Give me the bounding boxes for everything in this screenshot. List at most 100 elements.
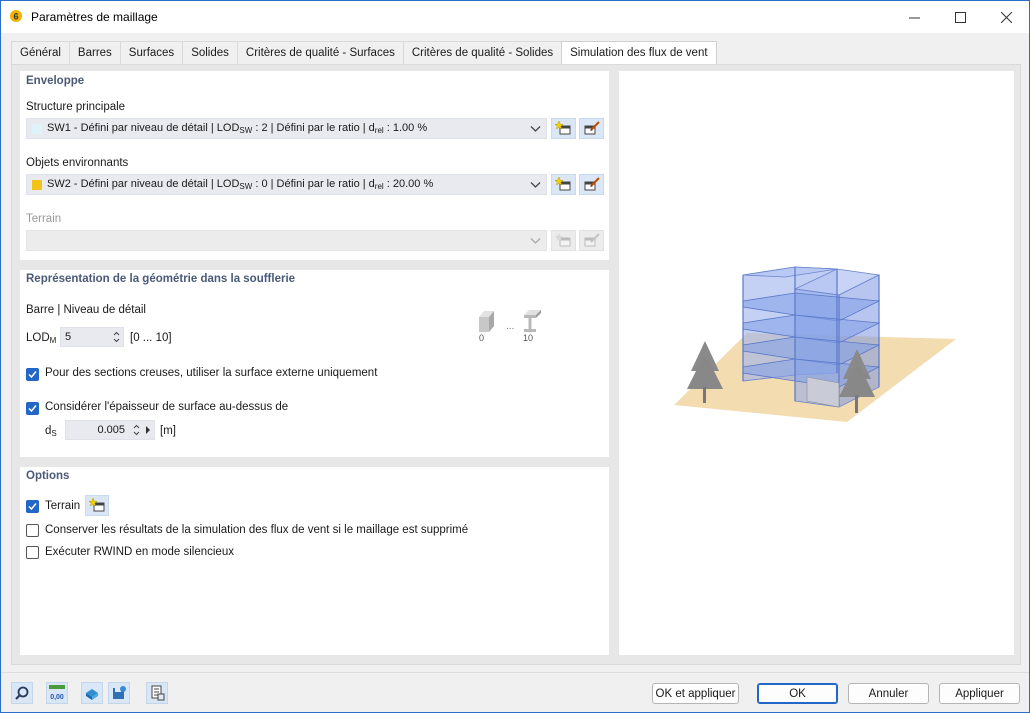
caret-right-icon[interactable] [145,426,151,434]
ok-and-apply-button[interactable]: OK et appliquer [652,683,739,704]
tab-bar: Général Barres Surfaces Solides Critères… [11,41,717,65]
save-settings-icon [113,686,126,699]
main-structure-label: Structure principale [26,101,126,113]
minimize-icon [908,17,920,18]
building-preview-image [674,266,956,422]
tab-surfaces[interactable]: Surfaces [119,41,184,64]
new-item-icon [88,498,104,512]
dialog-footer: 0,00 OK et appliquer OK Annuler Applique… [1,672,1029,712]
surrounding-objects-label: Objets environnants [26,157,129,169]
silent-mode-label: Exécuter RWIND en mode silencieux [45,546,234,558]
edit-sw-button[interactable] [579,174,604,195]
ds-unit: [m] [160,425,176,437]
lod-value: 5 [65,331,72,343]
new-terrain-button[interactable] [551,230,576,251]
lod-illustration: 0 ... 10 [475,307,555,349]
new-terrain-option-button[interactable] [85,495,109,516]
surface-thickness-label: Considérer l'épaisseur de surface au-des… [45,401,289,413]
surrounding-objects-select[interactable]: SW2 - Défini par niveau de détail | LODS… [26,174,547,195]
document-list-icon [151,685,165,701]
envelope-section-title: Enveloppe [26,75,85,87]
close-icon [1000,11,1012,23]
tab-general[interactable]: Général [11,41,70,64]
maximize-icon [954,11,966,23]
edit-item-icon [584,233,600,247]
new-item-icon [555,121,571,135]
units-button[interactable]: 0,00 [46,682,68,704]
title-bar[interactable]: 6 Paramètres de maillage [1,1,1029,33]
lod-label: LODM [26,332,57,345]
decimal-places-icon: 0,00 [49,685,65,701]
surrounding-objects-value: SW2 - Défini par niveau de détail | LODS… [47,178,434,191]
tab-quality-solids[interactable]: Critères de qualité - Solides [402,41,563,64]
new-item-icon [555,233,571,247]
edit-item-icon [584,177,600,191]
color-swatch [32,179,42,190]
terrain-label: Terrain [26,213,62,225]
view-tool-button[interactable] [81,682,103,704]
terrain-checkbox[interactable] [26,500,39,513]
hollow-sections-checkbox[interactable] [26,368,39,381]
tab-wind-simulation[interactable]: Simulation des flux de vent [561,41,717,65]
ds-spinner[interactable]: 0.005 [65,420,155,440]
chevron-down-icon [530,238,541,244]
lod-max-label: 10 [523,333,534,343]
ok-button[interactable]: OK [757,683,838,704]
maximize-button[interactable] [937,1,983,33]
ds-value: 0.005 [97,424,125,436]
main-structure-select[interactable]: SW1 - Défini par niveau de détail | LODS… [26,118,547,139]
options-panel: Options Terrain Conserver les résultats … [20,467,609,655]
ds-label: dS [45,425,57,438]
cancel-button[interactable]: Annuler [848,683,929,704]
edit-terrain-button[interactable] [579,230,604,251]
checkmark-icon [28,371,37,379]
svg-text:6: 6 [13,12,18,22]
tab-content: Enveloppe Structure principale SW1 - Déf… [11,64,1021,665]
search-tool-button[interactable] [11,682,33,704]
keep-results-label: Conserver les résultats de la simulation… [45,524,469,536]
bar-detail-label: Barre | Niveau de détail [26,304,146,316]
minimize-button[interactable] [891,1,937,33]
apply-button[interactable]: Appliquer [939,683,1020,704]
tab-quality-surfaces[interactable]: Critères de qualité - Surfaces [236,41,404,64]
color-swatch [32,123,42,134]
new-sw-button[interactable] [551,118,576,139]
edit-item-icon [584,121,600,135]
tab-bars[interactable]: Barres [68,41,121,64]
dialog-window: 6 Paramètres de maillage Général Barres … [0,0,1030,713]
lod-range: [0 ... 10] [130,332,172,344]
terrain-select[interactable] [26,230,547,251]
spinner-arrows-icon[interactable] [112,329,121,345]
lod-spinner[interactable]: 5 [60,327,124,347]
spinner-arrows-icon[interactable] [132,422,141,438]
copy-tool-button[interactable] [146,682,168,704]
preview-panel [619,71,1014,655]
solid-box-icon [479,311,494,332]
tab-solids[interactable]: Solides [182,41,238,64]
new-item-icon [555,177,571,191]
app-logo-icon: 6 [10,10,22,22]
model-view-icon [86,689,98,700]
i-beam-icon [524,310,541,332]
search-icon [15,686,29,700]
main-structure-value: SW1 - Défini par niveau de détail | LODS… [47,122,428,135]
close-button[interactable] [983,1,1029,33]
envelope-panel: Enveloppe Structure principale SW1 - Déf… [20,71,609,260]
hollow-sections-label: Pour des sections creuses, utiliser la s… [45,367,378,379]
save-tool-button[interactable] [108,682,130,704]
edit-sw-button[interactable] [579,118,604,139]
checkmark-icon [28,503,37,511]
chevron-down-icon [530,126,541,132]
terrain-option-label: Terrain [45,500,81,512]
lod-dots: ... [506,321,515,332]
new-sw-button[interactable] [551,174,576,195]
geometry-panel: Représentation de la géométrie dans la s… [20,270,609,457]
options-section-title: Options [26,470,70,482]
svg-text:0,00: 0,00 [50,694,64,701]
lod-min-label: 0 [479,333,485,343]
keep-results-checkbox[interactable] [26,524,39,537]
surface-thickness-checkbox[interactable] [26,402,39,415]
geometry-section-title: Représentation de la géométrie dans la s… [26,273,296,285]
checkmark-icon [28,405,37,413]
silent-mode-checkbox[interactable] [26,546,39,559]
